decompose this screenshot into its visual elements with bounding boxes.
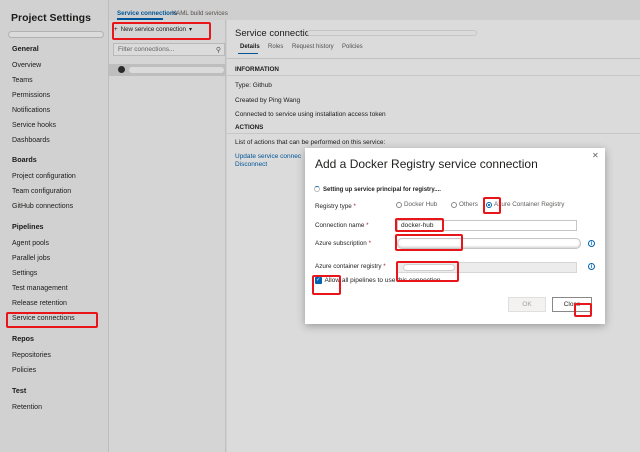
acr-value-redacted <box>403 264 455 271</box>
checkmark-icon: ✓ <box>315 277 322 284</box>
azure-subscription-label: Azure subscription * <box>315 240 372 247</box>
allow-all-pipelines-checkbox[interactable]: ✓ Allow all pipelines to use this connec… <box>315 277 440 284</box>
progress-text: Setting up service principal for registr… <box>323 187 441 193</box>
ok-button[interactable]: OK <box>508 297 546 312</box>
connection-name-input[interactable] <box>397 220 577 231</box>
radio-others[interactable]: Others <box>451 201 478 208</box>
connection-name-label: Connection name * <box>315 222 369 229</box>
radio-docker-hub[interactable]: Docker Hub <box>396 201 437 208</box>
close-button[interactable]: Close <box>552 297 592 312</box>
progress-status: Setting up service principal for registr… <box>314 186 441 193</box>
close-icon[interactable]: ✕ <box>592 151 599 160</box>
acr-label: Azure container registry * <box>315 263 386 270</box>
dialog-title: Add a Docker Registry service connection <box>315 157 538 171</box>
azure-subscription-select[interactable] <box>397 238 581 249</box>
registry-type-label: Registry type * <box>315 203 356 210</box>
radio-azure-container-registry[interactable]: Azure Container Registry <box>486 201 564 208</box>
spinner-icon <box>314 186 320 192</box>
allow-all-pipelines-label: Allow all pipelines to use this connecti… <box>324 277 441 284</box>
info-icon[interactable]: i <box>588 263 595 270</box>
docker-registry-dialog: Add a Docker Registry service connection… <box>305 148 605 324</box>
info-icon[interactable]: i <box>588 240 595 247</box>
